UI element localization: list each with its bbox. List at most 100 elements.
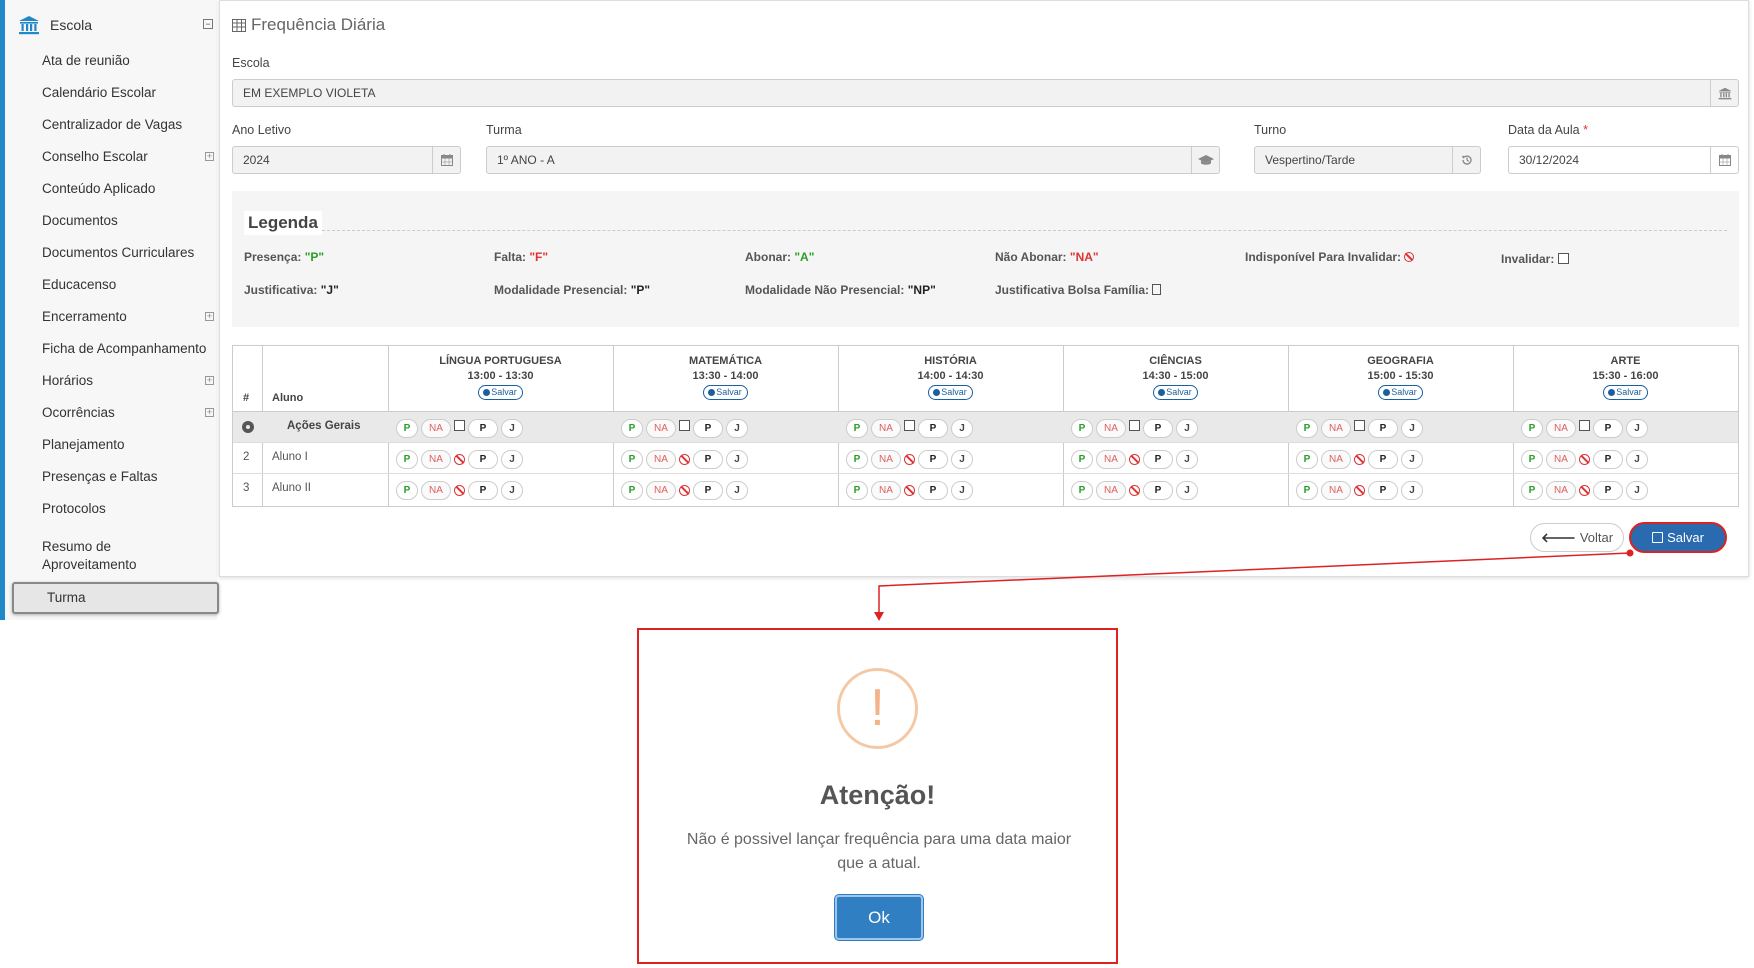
justificativa-button[interactable]: J xyxy=(951,418,973,438)
invalidate-checkbox[interactable] xyxy=(679,420,690,431)
presence-button[interactable]: P xyxy=(1521,418,1543,438)
sidebar-item-centralizador-de-vagas[interactable]: Centralizador de Vagas xyxy=(42,116,218,134)
modalidade-button[interactable]: P xyxy=(1143,418,1173,438)
modalidade-button[interactable]: P xyxy=(918,449,948,469)
presence-button[interactable]: P xyxy=(621,449,643,469)
subject-save-button[interactable]: Salvar xyxy=(928,385,973,400)
nao-abonar-button[interactable]: NA xyxy=(1321,449,1351,469)
sidebar-item-ata-de-reuniao[interactable]: Ata de reunião xyxy=(42,52,218,70)
presence-button[interactable]: P xyxy=(1071,418,1093,438)
modalidade-button[interactable]: P xyxy=(1368,480,1398,500)
presence-button[interactable]: P xyxy=(1521,449,1543,469)
modalidade-button[interactable]: P xyxy=(918,480,948,500)
invalidate-checkbox[interactable] xyxy=(1579,420,1590,431)
salvar-button[interactable]: Salvar xyxy=(1629,522,1727,553)
nao-abonar-button[interactable]: NA xyxy=(421,418,451,438)
nao-abonar-button[interactable]: NA xyxy=(1546,418,1576,438)
justificativa-button[interactable]: J xyxy=(1176,449,1198,469)
justificativa-button[interactable]: J xyxy=(951,480,973,500)
nao-abonar-button[interactable]: NA xyxy=(421,480,451,500)
nao-abonar-button[interactable]: NA xyxy=(1546,480,1576,500)
nao-abonar-button[interactable]: NA xyxy=(871,480,901,500)
presence-button[interactable]: P xyxy=(621,480,643,500)
presence-button[interactable]: P xyxy=(1296,449,1318,469)
justificativa-button[interactable]: J xyxy=(501,418,523,438)
justificativa-button[interactable]: J xyxy=(1626,480,1648,500)
presence-button[interactable]: P xyxy=(846,418,868,438)
justificativa-button[interactable]: J xyxy=(1401,480,1423,500)
justificativa-button[interactable]: J xyxy=(501,449,523,469)
modalidade-button[interactable]: P xyxy=(468,418,498,438)
expand-icon[interactable]: + xyxy=(205,152,214,161)
ok-button[interactable]: Ok xyxy=(835,895,923,940)
sidebar-header[interactable]: Escola − xyxy=(12,12,217,38)
expand-icon[interactable]: + xyxy=(205,376,214,385)
nao-abonar-button[interactable]: NA xyxy=(1321,418,1351,438)
sidebar-item-conteudo-aplicado[interactable]: Conteúdo Aplicado xyxy=(42,180,218,198)
collapse-icon[interactable]: − xyxy=(203,19,213,29)
presence-button[interactable]: P xyxy=(396,418,418,438)
justificativa-button[interactable]: J xyxy=(726,418,748,438)
modalidade-button[interactable]: P xyxy=(693,449,723,469)
invalidate-checkbox[interactable] xyxy=(1354,420,1365,431)
modalidade-button[interactable]: P xyxy=(468,480,498,500)
sidebar-item-encerramento[interactable]: Encerramento + xyxy=(42,308,218,326)
modalidade-button[interactable]: P xyxy=(918,418,948,438)
modalidade-button[interactable]: P xyxy=(468,449,498,469)
nao-abonar-button[interactable]: NA xyxy=(646,449,676,469)
turno-field[interactable]: Vespertino/Tarde xyxy=(1254,146,1481,174)
presence-button[interactable]: P xyxy=(846,480,868,500)
justificativa-button[interactable]: J xyxy=(726,480,748,500)
sidebar-item-horarios[interactable]: Horários + xyxy=(42,372,218,390)
presence-button[interactable]: P xyxy=(1071,480,1093,500)
nao-abonar-button[interactable]: NA xyxy=(871,449,901,469)
nao-abonar-button[interactable]: NA xyxy=(871,418,901,438)
justificativa-button[interactable]: J xyxy=(951,449,973,469)
justificativa-button[interactable]: J xyxy=(501,480,523,500)
ano-letivo-field[interactable]: 2024 xyxy=(232,146,461,174)
calendar-icon[interactable] xyxy=(1710,147,1738,173)
sidebar-item-educacenso[interactable]: Educacenso xyxy=(42,276,218,294)
modalidade-button[interactable]: P xyxy=(693,480,723,500)
expand-icon[interactable]: + xyxy=(205,312,214,321)
presence-button[interactable]: P xyxy=(1071,449,1093,469)
data-aula-field[interactable]: 30/12/2024 xyxy=(1508,146,1739,174)
sidebar-item-protocolos[interactable]: Protocolos xyxy=(42,500,218,518)
sidebar-item-resumo-de-aproveitamento[interactable]: Resumo de Aproveitamento xyxy=(42,538,172,574)
modalidade-button[interactable]: P xyxy=(1143,449,1173,469)
justificativa-button[interactable]: J xyxy=(1176,480,1198,500)
voltar-button[interactable]: 🡐 Voltar xyxy=(1530,523,1624,552)
subject-save-button[interactable]: Salvar xyxy=(1603,385,1648,400)
sidebar-item-calendario-escolar[interactable]: Calendário Escolar xyxy=(42,84,218,102)
nao-abonar-button[interactable]: NA xyxy=(1096,418,1126,438)
presence-button[interactable]: P xyxy=(1296,418,1318,438)
modalidade-button[interactable]: P xyxy=(1593,418,1623,438)
subject-save-button[interactable]: Salvar xyxy=(1153,385,1198,400)
subject-save-button[interactable]: Salvar xyxy=(703,385,748,400)
justificativa-button[interactable]: J xyxy=(1626,418,1648,438)
modalidade-button[interactable]: P xyxy=(1593,480,1623,500)
invalidate-checkbox[interactable] xyxy=(454,420,465,431)
escola-field[interactable]: EM EXEMPLO VIOLETA xyxy=(232,79,1739,107)
nao-abonar-button[interactable]: NA xyxy=(1321,480,1351,500)
sidebar-item-ficha-de-acompanhamento[interactable]: Ficha de Acompanhamento xyxy=(42,340,218,358)
sidebar-item-conselho-escolar[interactable]: Conselho Escolar + xyxy=(42,148,218,166)
presence-button[interactable]: P xyxy=(396,449,418,469)
modalidade-button[interactable]: P xyxy=(1593,449,1623,469)
justificativa-button[interactable]: J xyxy=(1176,418,1198,438)
presence-button[interactable]: P xyxy=(396,480,418,500)
sidebar-item-documentos[interactable]: Documentos xyxy=(42,212,218,230)
invalidate-checkbox[interactable] xyxy=(904,420,915,431)
modalidade-button[interactable]: P xyxy=(1368,418,1398,438)
presence-button[interactable]: P xyxy=(1296,480,1318,500)
nao-abonar-button[interactable]: NA xyxy=(646,480,676,500)
nao-abonar-button[interactable]: NA xyxy=(1096,480,1126,500)
modalidade-button[interactable]: P xyxy=(1143,480,1173,500)
subject-save-button[interactable]: Salvar xyxy=(478,385,523,400)
nao-abonar-button[interactable]: NA xyxy=(1096,449,1126,469)
sidebar-item-turma[interactable]: Turma xyxy=(12,582,219,614)
sidebar-item-ocorrencias[interactable]: Ocorrências + xyxy=(42,404,218,422)
presence-button[interactable]: P xyxy=(846,449,868,469)
nao-abonar-button[interactable]: NA xyxy=(646,418,676,438)
presence-button[interactable]: P xyxy=(621,418,643,438)
